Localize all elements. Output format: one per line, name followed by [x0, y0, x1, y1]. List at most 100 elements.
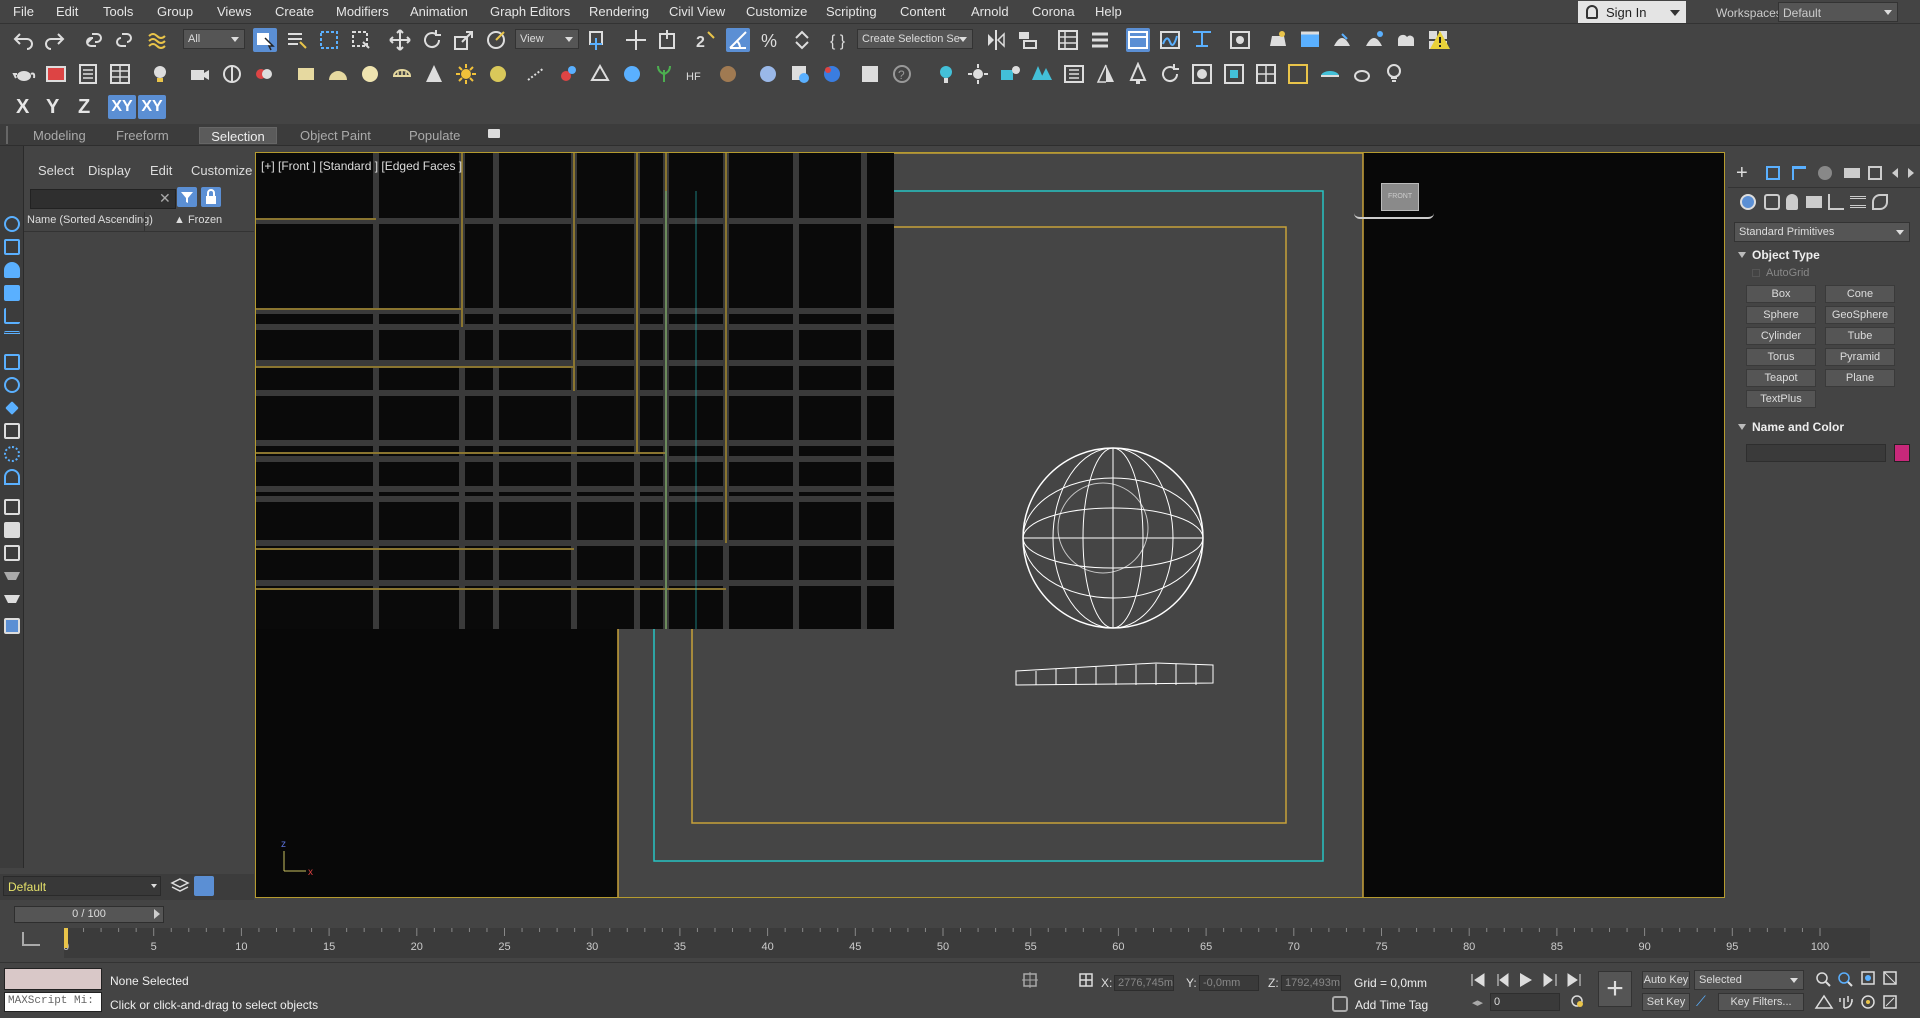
display-containers-icon[interactable] [4, 423, 20, 439]
utilities-tab-icon[interactable] [1868, 166, 1882, 180]
systems-category-icon[interactable] [1872, 194, 1888, 210]
geosphere-button[interactable]: GeoSphere [1825, 306, 1895, 324]
display-xrefs-icon[interactable] [4, 377, 20, 393]
display-none-icon[interactable] [4, 545, 20, 561]
display-lights-icon[interactable] [4, 262, 20, 278]
list-panel-icon[interactable] [76, 62, 100, 86]
display-tab-icon[interactable] [1844, 168, 1860, 178]
teapot-render-icon[interactable] [1350, 62, 1374, 86]
menu-animation[interactable]: Animation [410, 4, 468, 19]
display-cameras-icon[interactable] [4, 285, 20, 301]
menu-arnold[interactable]: Arnold [971, 4, 1009, 19]
named-selection-dropdown[interactable]: Create Selection Se [857, 29, 973, 49]
material-sphere-icon[interactable] [756, 62, 780, 86]
isolate-selection-icon[interactable] [1022, 972, 1038, 988]
table-panel-icon[interactable] [108, 62, 132, 86]
helpers-category-icon[interactable] [1828, 194, 1844, 210]
helper-icon[interactable] [588, 62, 612, 86]
keyboard-shortcut-override-icon[interactable] [656, 28, 680, 52]
menu-customize[interactable]: Customize [746, 4, 807, 19]
align-icon[interactable] [1016, 28, 1040, 52]
interactive-render-icon[interactable] [1222, 62, 1246, 86]
tab-populate[interactable]: Populate [401, 127, 468, 144]
viewcube[interactable]: FRONT [1381, 183, 1419, 211]
modify-tab-icon[interactable] [1766, 166, 1780, 180]
lock-button[interactable] [201, 187, 221, 207]
box-primitive-icon[interactable] [294, 62, 318, 86]
menu-edit[interactable]: Edit [56, 4, 78, 19]
tab-modeling[interactable]: Modeling [25, 127, 94, 144]
cone-primitive-icon[interactable] [422, 62, 446, 86]
maxscript-mini-listener[interactable]: MAXScript Mi: [4, 992, 102, 1012]
hemisphere-icon[interactable] [326, 62, 350, 86]
reference-coordinate-dropdown[interactable]: View [515, 29, 579, 49]
window-crossing-icon[interactable] [349, 28, 373, 52]
layers-icon[interactable] [170, 876, 190, 896]
display-particles-icon[interactable] [4, 446, 20, 462]
cloth-icon[interactable] [716, 62, 740, 86]
current-frame-input[interactable] [1490, 993, 1560, 1011]
teapot-button[interactable]: Teapot [1746, 369, 1816, 387]
viewcube-ring[interactable] [1354, 213, 1434, 219]
menu-views[interactable]: Views [217, 4, 251, 19]
clear-search-icon[interactable]: ✕ [159, 190, 171, 207]
absolute-mode-icon[interactable] [1078, 972, 1094, 988]
goto-end-icon[interactable] [1567, 973, 1581, 987]
spinner-snap-icon[interactable] [790, 28, 814, 52]
zoom-icon[interactable] [1816, 972, 1831, 987]
link-icon[interactable] [82, 28, 106, 52]
shapes-category-icon[interactable] [1764, 194, 1780, 210]
tab-freeform[interactable]: Freeform [108, 127, 177, 144]
time-slider[interactable]: 0 / 100 [14, 906, 164, 923]
moon-sphere-icon[interactable] [486, 62, 510, 86]
set-key-big-button[interactable]: + [1598, 971, 1632, 1007]
sphere-primitive-icon[interactable] [358, 62, 382, 86]
display-shapes-icon[interactable] [4, 239, 20, 255]
scene-tab-display[interactable]: Display [88, 163, 131, 178]
scene-tab-select[interactable]: Select [14, 163, 74, 178]
axis-z-button[interactable]: Z [78, 96, 90, 119]
hierarchy-tab-icon[interactable] [1792, 166, 1806, 180]
column-name-header[interactable]: Name (Sorted Ascending) [27, 214, 153, 226]
material-map-icon[interactable] [788, 62, 812, 86]
render-iterative-icon[interactable] [1362, 28, 1386, 52]
display-groups-icon[interactable] [4, 354, 20, 370]
scale-icon[interactable] [452, 28, 476, 52]
scene-object-list[interactable] [24, 234, 254, 864]
scatter-icon[interactable] [524, 62, 548, 86]
filter-toggle-icon[interactable] [4, 595, 20, 611]
sphere-button[interactable]: Sphere [1746, 306, 1816, 324]
display-frozen-icon[interactable] [4, 469, 20, 485]
pivot-center-icon[interactable] [586, 28, 610, 52]
snaps-toggle-icon[interactable]: 2 [694, 28, 718, 52]
key-filters-button[interactable]: Key Filters... [1718, 993, 1804, 1011]
gizmo-icon[interactable] [556, 62, 580, 86]
menu-corona[interactable]: Corona [1032, 4, 1075, 19]
goto-start-icon[interactable] [1471, 973, 1485, 987]
selection-filter-dropdown[interactable]: All [183, 29, 245, 49]
material-editor-icon[interactable] [1228, 28, 1252, 52]
select-object-button[interactable] [253, 28, 277, 52]
scene-tab-customize[interactable]: Customize [191, 163, 252, 178]
menu-content[interactable]: Content [900, 4, 946, 19]
warning-icon[interactable] [1428, 28, 1452, 52]
layer-explorer-icon[interactable] [1088, 28, 1112, 52]
spacewarps-category-icon[interactable] [1850, 196, 1866, 208]
render-in-cloud-icon[interactable] [1394, 28, 1418, 52]
menu-rendering[interactable]: Rendering [589, 4, 649, 19]
auto-key-button[interactable]: Auto Key [1642, 971, 1690, 989]
tab-object-paint[interactable]: Object Paint [292, 127, 379, 144]
cylinder-button[interactable]: Cylinder [1746, 327, 1816, 345]
menu-graph-editors[interactable]: Graph Editors [490, 4, 570, 19]
previous-key-icon[interactable] [1497, 973, 1509, 987]
filter-selection-button[interactable] [177, 187, 197, 207]
undo-icon[interactable] [12, 28, 36, 52]
axis-xy-button[interactable]: XY [108, 95, 136, 119]
angle-snap-button[interactable] [726, 28, 750, 52]
library-icon[interactable] [1062, 62, 1086, 86]
axis-y-button[interactable]: Y [46, 96, 59, 119]
pan-icon[interactable] [1839, 996, 1853, 1009]
render-production-icon[interactable] [1330, 28, 1354, 52]
menu-help[interactable]: Help [1095, 4, 1122, 19]
sign-in-button[interactable]: Sign In [1578, 1, 1686, 23]
